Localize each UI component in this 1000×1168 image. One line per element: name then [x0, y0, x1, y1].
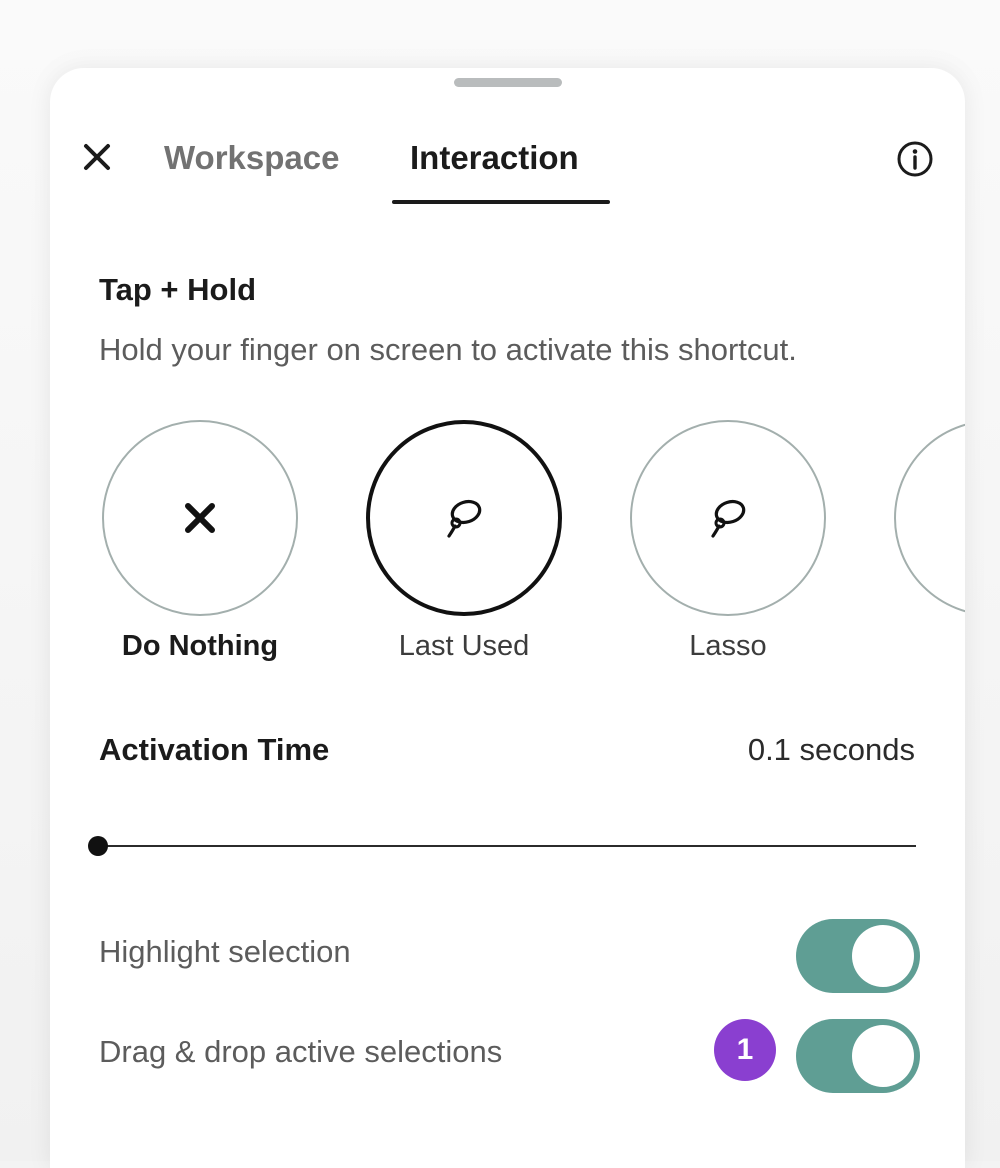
slider-thumb[interactable] [88, 836, 108, 856]
info-icon [897, 141, 933, 177]
lasso-icon [711, 499, 746, 538]
settings-sheet: Workspace Interaction Tap + Hold Hold yo… [50, 68, 965, 1168]
toggle-knob [852, 925, 914, 987]
option-lasso[interactable]: Lasso [630, 420, 826, 663]
sheet-grabber[interactable] [454, 78, 562, 87]
option-item[interactable]: Item [894, 420, 965, 663]
drag-drop-selections-label: Drag & drop active selections [99, 1034, 503, 1069]
highlight-selection-toggle[interactable] [796, 919, 920, 993]
highlight-selection-label: Highlight selection [99, 934, 351, 969]
option-circle [894, 420, 965, 616]
activation-time-value: 0.1 seconds [747, 732, 915, 767]
tap-hold-description: Hold your finger on screen to activate t… [99, 332, 797, 367]
active-tab-indicator [392, 200, 610, 204]
option-last-used[interactable]: Last Used [366, 420, 562, 663]
slider-track [96, 845, 916, 847]
option-do-nothing[interactable]: Do Nothing [102, 420, 298, 663]
option-circle [630, 420, 826, 616]
option-label: Lasso [689, 630, 767, 662]
close-icon [84, 144, 110, 170]
info-button[interactable] [896, 140, 934, 178]
step-badge: 1 [714, 1019, 776, 1081]
option-label: Item [894, 630, 965, 663]
tap-hold-title: Tap + Hold [99, 272, 257, 307]
tab-interaction[interactable]: Interaction [410, 136, 579, 180]
activation-time-slider[interactable] [88, 826, 916, 866]
option-circle [366, 420, 562, 616]
activation-time-title: Activation Time [99, 732, 330, 767]
lasso-icon [447, 499, 482, 538]
option-label: Do Nothing [121, 630, 279, 662]
close-button[interactable] [78, 138, 116, 176]
toggle-knob [852, 1025, 914, 1087]
drag-drop-selections-toggle[interactable] [796, 1019, 920, 1093]
option-label: Last Used [398, 630, 530, 662]
tab-workspace[interactable]: Workspace [164, 136, 339, 180]
x-icon [185, 503, 215, 533]
option-circle [102, 420, 298, 616]
